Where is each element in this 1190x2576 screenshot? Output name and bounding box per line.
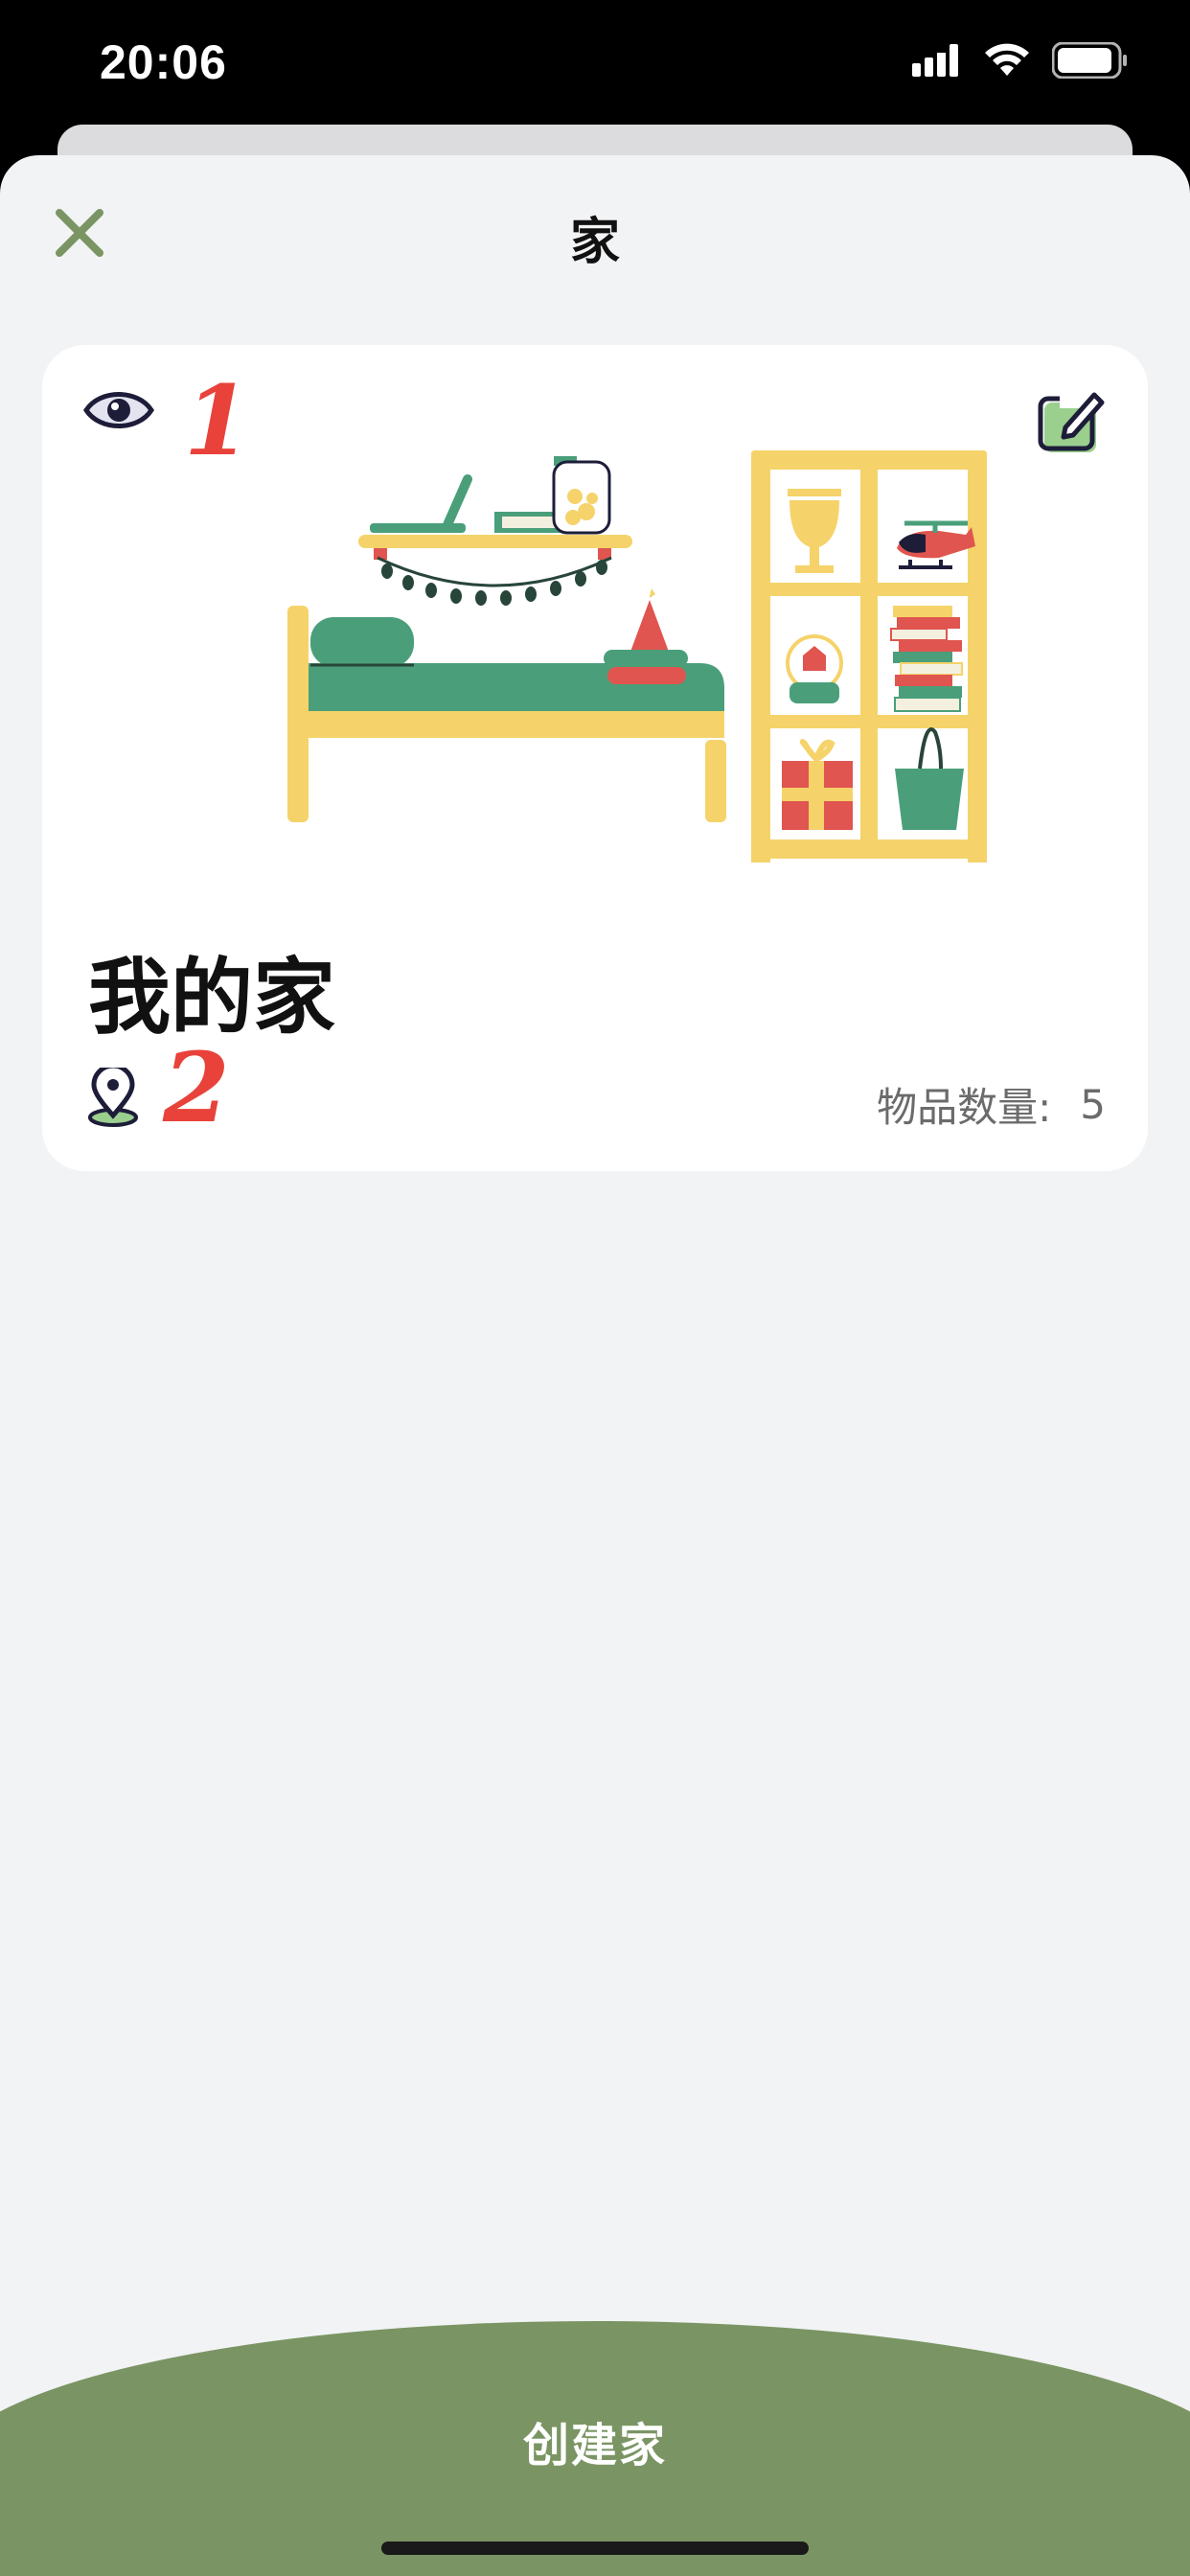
status-bar: 20:06: [0, 0, 1190, 134]
cellular-signal-icon: [912, 44, 958, 77]
home-indicator: [381, 2542, 809, 2555]
visible-badge: 1: [184, 364, 251, 477]
modal-sheet: 家 1 我的家 2 物品数量: 5 创建家: [0, 155, 1190, 2576]
location-pin-icon: [88, 1068, 138, 1127]
room-illustration: [287, 450, 987, 862]
home-card[interactable]: 1 我的家 2 物品数量: 5: [42, 345, 1148, 1171]
status-icons: [912, 42, 1129, 79]
location-badge: 2: [163, 1031, 230, 1144]
item-count-label: 物品数量:: [877, 1084, 1052, 1131]
eye-icon: [83, 392, 154, 428]
edit-icon[interactable]: [1037, 387, 1106, 456]
status-time: 20:06: [100, 35, 227, 89]
wifi-icon: [985, 43, 1029, 76]
create-home-button[interactable]: 创建家: [0, 2321, 1190, 2576]
item-count-value: 5: [1080, 1081, 1106, 1128]
item-count: 物品数量: 5: [877, 1075, 1106, 1134]
battery-icon: [1052, 42, 1127, 79]
page-title: 家: [569, 214, 620, 271]
